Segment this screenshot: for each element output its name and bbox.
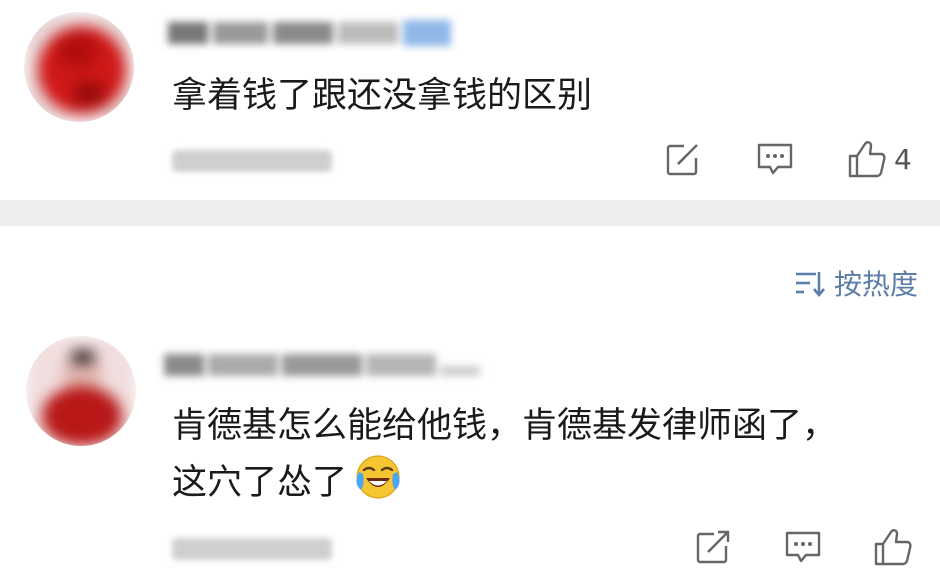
like-button[interactable] xyxy=(872,526,914,568)
share-button[interactable] xyxy=(664,140,702,178)
section-divider xyxy=(0,200,940,226)
share-button[interactable] xyxy=(694,528,732,566)
username[interactable] xyxy=(164,348,484,378)
comment-icon xyxy=(757,143,793,175)
comment-text-line-2: 这⽳了怂了 xyxy=(172,454,401,509)
like-button[interactable]: 4 xyxy=(846,138,912,180)
like-count: 4 xyxy=(894,142,912,176)
timestamp xyxy=(172,150,332,172)
comment-text: 拿着钱了跟还没拿钱的区别 xyxy=(172,76,593,116)
timestamp xyxy=(172,538,332,560)
thumbs-up-icon xyxy=(874,529,912,566)
comment-icon xyxy=(785,531,821,563)
comment-item: 拿着钱了跟还没拿钱的区别 4 xyxy=(0,0,940,200)
sort-icon xyxy=(795,272,825,298)
share-icon xyxy=(696,530,730,564)
share-icon xyxy=(666,142,700,176)
avatar[interactable] xyxy=(26,336,136,446)
crying-laughing-emoji-icon xyxy=(355,454,401,500)
comment-text-line-1: 肯德基怎么能给他钱，肯德基发律师函了， xyxy=(172,406,838,446)
comment-text-line-2-text: 这⽳了怂了 xyxy=(172,463,348,503)
sort-by-hot-button[interactable]: 按热度 xyxy=(794,258,918,308)
avatar[interactable] xyxy=(24,12,134,122)
sort-label: 按热度 xyxy=(833,268,918,301)
username[interactable] xyxy=(168,18,453,48)
comment-button[interactable] xyxy=(756,140,794,178)
comment-button[interactable] xyxy=(784,528,822,566)
thumbs-up-icon xyxy=(848,141,886,178)
